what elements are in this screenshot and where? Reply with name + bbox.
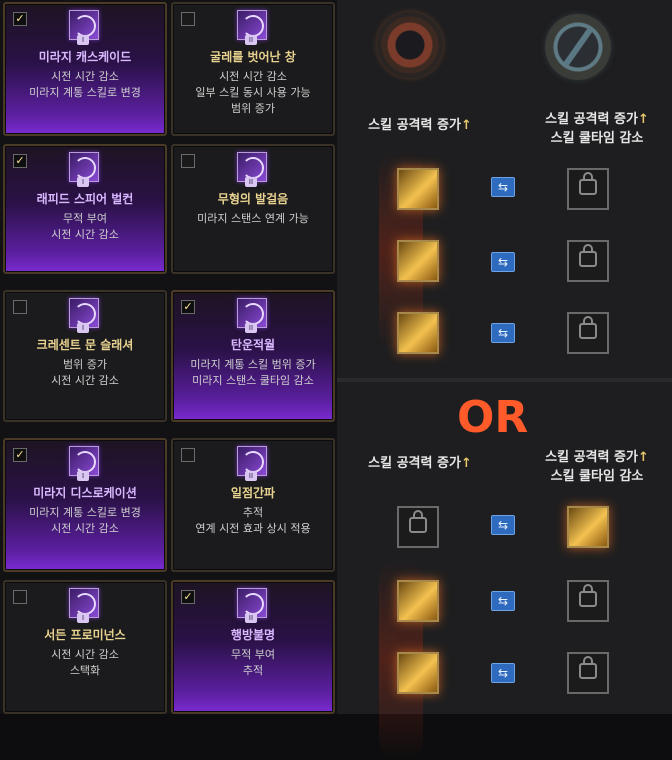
top-right-header: 스킬 공격력 증가↑ 스킬 쿨타임 감소 — [545, 112, 649, 146]
card-title: 무형의 발걸음 — [217, 192, 289, 206]
swap-icon[interactable]: ⇆ — [491, 177, 515, 197]
bottom-right-header: 스킬 공격력 증가↑ 스킬 쿨타임 감소 — [545, 450, 649, 484]
locked-slot[interactable] — [567, 312, 609, 354]
section-divider — [337, 378, 672, 382]
card-line: 범위 증가 — [63, 358, 107, 371]
card-line: 시전 시간 감소 — [51, 648, 119, 661]
lock-icon — [579, 244, 597, 267]
skill-slot-gold[interactable] — [397, 312, 439, 354]
card-haengbang-bulmyeong[interactable]: ✓ II 행방불명 무적 부여 추적 — [171, 580, 335, 714]
card-line: 시전 시간 감소 — [51, 374, 119, 387]
swap-icon[interactable]: ⇆ — [491, 663, 515, 683]
tier-badge: II — [245, 323, 257, 333]
engraving-compare-panel: 스킬 공격력 증가↑ 스킬 공격력 증가↑ 스킬 쿨타임 감소 ⇆ ⇆ ⇆ OR… — [337, 0, 672, 760]
top-left-header: 스킬 공격력 증가↑ — [368, 118, 472, 133]
card-line: 범위 증가 — [231, 102, 275, 115]
card-checkbox[interactable]: ✓ — [13, 12, 27, 26]
card-line: 미라지 계통 스킬 범위 증가 — [190, 358, 316, 371]
tier-badge: II — [245, 471, 257, 481]
swap-icon[interactable]: ⇆ — [491, 591, 515, 611]
tier-badge: II — [245, 613, 257, 623]
card-checkbox[interactable]: ✓ — [181, 590, 195, 604]
card-mirage-dislocation[interactable]: ✓ I 미라지 디스로케이션 미라지 계통 스킬로 변경 시전 시간 감소 — [3, 438, 167, 572]
lock-icon — [579, 172, 597, 195]
card-rapid-spear-vulcan[interactable]: ✓ I 래피드 스피어 벌컨 무적 부여 시전 시간 감소 — [3, 144, 167, 274]
card-title: 굴레를 벗어난 창 — [210, 50, 296, 64]
card-title: 행방불명 — [230, 628, 276, 642]
locked-slot[interactable] — [567, 652, 609, 694]
card-mirage-cascade[interactable]: ✓ I 미라지 캐스케이드 시전 시간 감소 미라지 계통 스킬로 변경 — [3, 2, 167, 136]
skill-slot-gold[interactable] — [397, 580, 439, 622]
card-title: 탄운적월 — [230, 338, 276, 352]
card-line: 스택화 — [69, 664, 101, 677]
tier-badge: I — [77, 323, 89, 333]
lock-icon — [579, 316, 597, 339]
card-checkbox[interactable] — [181, 448, 195, 462]
card-checkbox[interactable] — [181, 12, 195, 26]
card-sudden-prominence[interactable]: I 서든 프로미넌스 시전 시간 감소 스택화 — [3, 580, 167, 714]
fire-emblem-icon — [377, 12, 443, 78]
card-title: 미라지 디스로케이션 — [33, 486, 137, 500]
lock-icon — [579, 584, 597, 607]
skill-slot-gold[interactable] — [397, 652, 439, 694]
swap-icon[interactable]: ⇆ — [491, 323, 515, 343]
card-title: 미라지 캐스케이드 — [38, 50, 132, 64]
tripod-card-panel: ✓ I 미라지 캐스케이드 시전 시간 감소 미라지 계통 스킬로 변경 II … — [0, 0, 337, 714]
card-line: 추적 — [242, 664, 264, 677]
card-unbound-spear[interactable]: II 굴레를 벗어난 창 시전 시간 감소 일부 스킬 동시 사용 가능 범위 … — [171, 2, 335, 136]
card-checkbox[interactable] — [13, 300, 27, 314]
card-title: 일점간파 — [230, 486, 276, 500]
card-title: 크레센트 문 슬래셔 — [36, 338, 134, 352]
card-checkbox[interactable] — [181, 154, 195, 168]
skill-slot-gold[interactable] — [397, 168, 439, 210]
card-tanun-jeokwol[interactable]: ✓ II 탄운적월 미라지 계통 스킬 범위 증가 미라지 스탠스 쿨타임 감소 — [171, 290, 335, 422]
card-line: 미라지 계통 스킬로 변경 — [29, 506, 141, 519]
card-crescent-moon-slasher[interactable]: I 크레센트 문 슬래셔 범위 증가 시전 시간 감소 — [3, 290, 167, 422]
compass-emblem-icon — [545, 14, 611, 80]
skill-slot-gold[interactable] — [567, 506, 609, 548]
locked-slot[interactable] — [567, 168, 609, 210]
card-line: 미라지 스탠스 연계 가능 — [197, 212, 309, 225]
card-line: 추적 — [242, 506, 264, 519]
locked-slot[interactable] — [397, 506, 439, 548]
or-label: OR — [457, 392, 529, 443]
card-checkbox[interactable]: ✓ — [13, 154, 27, 168]
card-checkbox[interactable]: ✓ — [13, 448, 27, 462]
card-line: 시전 시간 감소 — [51, 522, 119, 535]
card-line: 무적 부여 — [63, 212, 107, 225]
tier-badge: II — [245, 35, 257, 45]
swap-icon[interactable]: ⇆ — [491, 252, 515, 272]
card-formless-step[interactable]: II 무형의 발걸음 미라지 스탠스 연계 가능 — [171, 144, 335, 274]
card-line: 일부 스킬 동시 사용 가능 — [195, 86, 311, 99]
card-checkbox[interactable] — [13, 590, 27, 604]
card-line: 시전 시간 감소 — [51, 70, 119, 83]
lock-icon — [579, 656, 597, 679]
lock-icon — [409, 510, 427, 533]
card-line: 무적 부여 — [231, 648, 275, 661]
card-line: 연계 시전 효과 상시 적용 — [195, 522, 311, 535]
locked-slot[interactable] — [567, 580, 609, 622]
card-line: 시전 시간 감소 — [219, 70, 287, 83]
card-iljeom-ganpa[interactable]: II 일점간파 추적 연계 시전 효과 상시 적용 — [171, 438, 335, 572]
card-line: 미라지 스탠스 쿨타임 감소 — [192, 374, 314, 387]
tier-badge: I — [77, 35, 89, 45]
swap-icon[interactable]: ⇆ — [491, 515, 515, 535]
skill-slot-gold[interactable] — [397, 240, 439, 282]
card-checkbox[interactable]: ✓ — [181, 300, 195, 314]
bottom-left-header: 스킬 공격력 증가↑ — [368, 456, 472, 471]
card-line: 시전 시간 감소 — [51, 228, 119, 241]
card-title: 래피드 스피어 벌컨 — [36, 192, 134, 206]
tier-badge: I — [77, 177, 89, 187]
tier-badge: II — [245, 177, 257, 187]
tier-badge: I — [77, 471, 89, 481]
card-title: 서든 프로미넌스 — [44, 628, 126, 642]
card-line: 미라지 계통 스킬로 변경 — [29, 86, 141, 99]
locked-slot[interactable] — [567, 240, 609, 282]
tier-badge: I — [77, 613, 89, 623]
